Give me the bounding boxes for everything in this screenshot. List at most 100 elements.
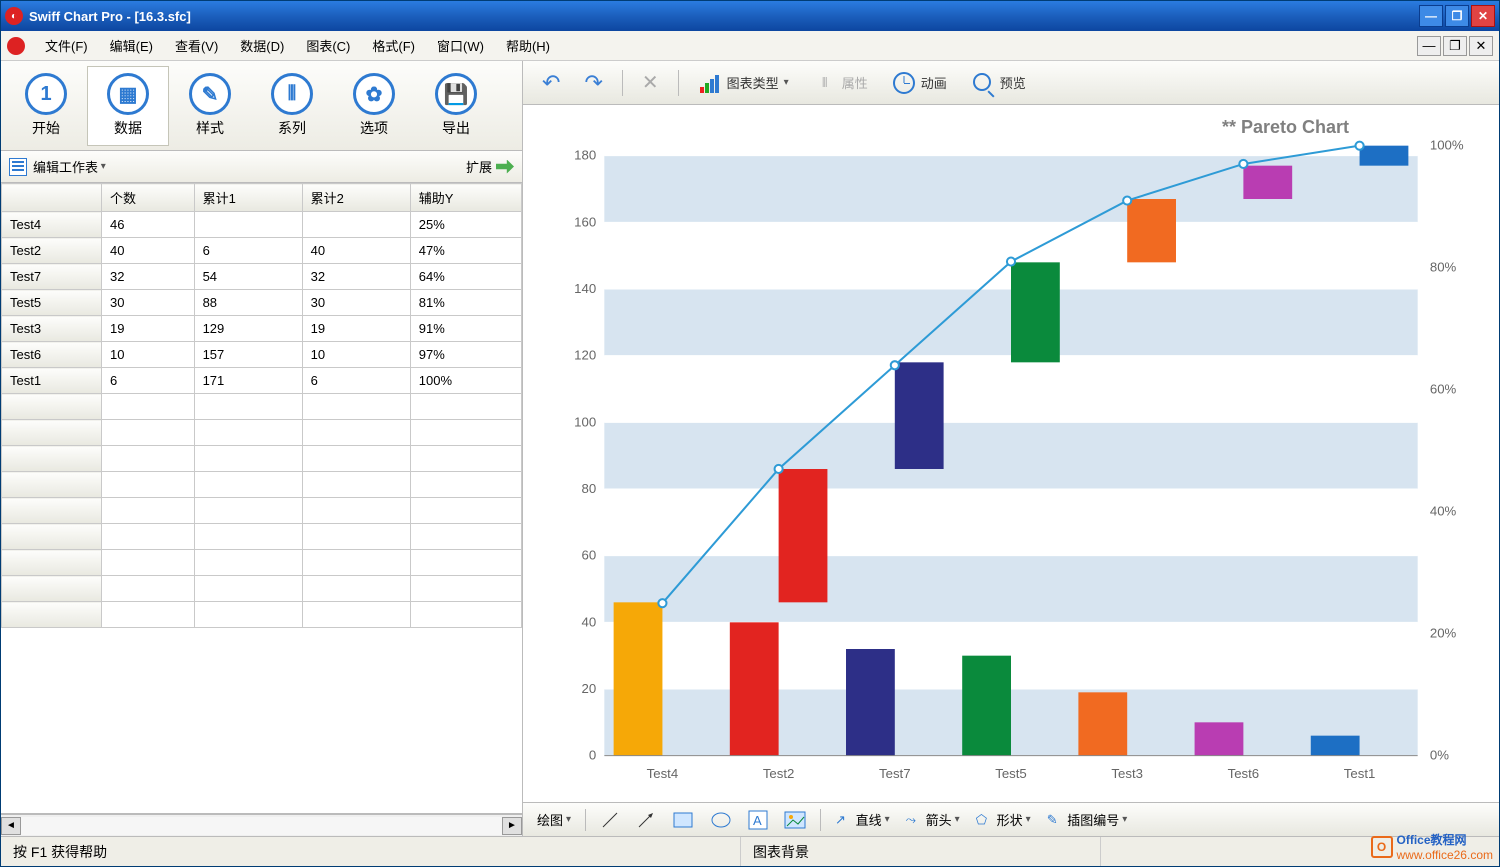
- table-cell[interactable]: 54: [194, 264, 302, 290]
- scroll-left-button[interactable]: ◄: [1, 817, 21, 835]
- table-cell[interactable]: 30: [302, 290, 410, 316]
- col-header[interactable]: 辅助Y: [410, 184, 521, 212]
- menu-help[interactable]: 帮助(H): [496, 33, 560, 58]
- table-cell[interactable]: 81%: [410, 290, 521, 316]
- animation-button[interactable]: 动画: [883, 68, 956, 98]
- delete-button[interactable]: ✕: [633, 68, 668, 98]
- table-cell[interactable]: 64%: [410, 264, 521, 290]
- table-cell[interactable]: 6: [102, 368, 195, 394]
- svg-text:Test5: Test5: [995, 766, 1027, 781]
- table-cell[interactable]: 6: [194, 238, 302, 264]
- table-cell[interactable]: 10: [102, 342, 195, 368]
- menu-format[interactable]: 格式(F): [362, 33, 425, 58]
- svg-text:100%: 100%: [1430, 138, 1464, 153]
- table-cell[interactable]: 129: [194, 316, 302, 342]
- mdi-close-button[interactable]: ✕: [1469, 36, 1493, 56]
- table-cell[interactable]: 97%: [410, 342, 521, 368]
- doc-icon: [7, 37, 25, 55]
- right-panel: ↶ ↷ ✕ 图表类型 ▾ ⫴ 属性 动画 预览 **: [523, 61, 1499, 836]
- table-cell[interactable]: 32: [302, 264, 410, 290]
- toolbar-export-button[interactable]: 💾 导出: [415, 66, 497, 146]
- table-cell[interactable]: 25%: [410, 212, 521, 238]
- row-header[interactable]: Test4: [2, 212, 102, 238]
- minimize-button[interactable]: —: [1419, 5, 1443, 27]
- col-header[interactable]: 累计2: [302, 184, 410, 212]
- toolbar-start-button[interactable]: 1 开始: [5, 66, 87, 146]
- series-icon: ⫴: [271, 73, 313, 115]
- chart-canvas[interactable]: ** Pareto Chart 020406080100120140160180…: [523, 105, 1499, 802]
- mdi-minimize-button[interactable]: —: [1417, 36, 1441, 56]
- chart-toolbar: ↶ ↷ ✕ 图表类型 ▾ ⫴ 属性 动画 预览: [523, 61, 1499, 105]
- row-header[interactable]: Test6: [2, 342, 102, 368]
- chart-type-button[interactable]: 图表类型 ▾: [689, 68, 798, 98]
- menu-window[interactable]: 窗口(W): [427, 33, 494, 58]
- horizontal-scrollbar[interactable]: ◄ ►: [1, 814, 522, 836]
- undo-icon: ↶: [542, 70, 560, 96]
- svg-text:Test7: Test7: [879, 766, 911, 781]
- redo-button[interactable]: ↷: [575, 68, 611, 98]
- table-cell[interactable]: 157: [194, 342, 302, 368]
- table-cell[interactable]: [194, 212, 302, 238]
- close-button[interactable]: ✕: [1471, 5, 1495, 27]
- data-table[interactable]: 个数累计1累计2辅助YTest44625%Test24064047%Test73…: [1, 183, 522, 814]
- menu-edit[interactable]: 编辑(E): [100, 33, 163, 58]
- menu-view[interactable]: 查看(V): [165, 33, 228, 58]
- svg-text:80: 80: [582, 481, 597, 496]
- toolbar-options-button[interactable]: ✿ 选项: [333, 66, 415, 146]
- menu-data[interactable]: 数据(D): [230, 33, 294, 58]
- col-header[interactable]: 累计1: [194, 184, 302, 212]
- table-cell[interactable]: 32: [102, 264, 195, 290]
- mdi-restore-button[interactable]: ❐: [1443, 36, 1467, 56]
- status-bar: 按 F1 获得帮助 图表背景 O Office教程网 www.office26.…: [1, 836, 1499, 866]
- properties-button[interactable]: ⫴ 属性: [804, 68, 877, 98]
- row-header[interactable]: Test2: [2, 238, 102, 264]
- svg-text:Test1: Test1: [1344, 766, 1376, 781]
- svg-text:Test3: Test3: [1111, 766, 1143, 781]
- worksheet-title: 编辑工作表: [33, 157, 98, 176]
- menu-chart[interactable]: 图表(C): [296, 33, 360, 58]
- svg-text:100: 100: [574, 414, 596, 429]
- table-cell[interactable]: 19: [302, 316, 410, 342]
- table-cell[interactable]: 91%: [410, 316, 521, 342]
- status-help: 按 F1 获得帮助: [1, 837, 741, 866]
- scroll-track[interactable]: [21, 817, 502, 835]
- undo-button[interactable]: ↶: [533, 68, 569, 98]
- menu-file[interactable]: 文件(F): [35, 33, 98, 58]
- row-header[interactable]: Test1: [2, 368, 102, 394]
- table-cell[interactable]: 46: [102, 212, 195, 238]
- style-icon: ✎: [189, 73, 231, 115]
- table-cell[interactable]: 40: [102, 238, 195, 264]
- properties-icon: ⫴: [813, 71, 837, 95]
- table-cell[interactable]: 10: [302, 342, 410, 368]
- preview-button[interactable]: 预览: [962, 68, 1035, 98]
- chart-type-icon: [698, 71, 722, 95]
- app-icon: ◐: [5, 7, 23, 25]
- toolbar-series-button[interactable]: ⫴ 系列: [251, 66, 333, 146]
- svg-text:Test4: Test4: [647, 766, 679, 781]
- table-cell[interactable]: 19: [102, 316, 195, 342]
- toolbar-style-button[interactable]: ✎ 样式: [169, 66, 251, 146]
- table-cell[interactable]: 40: [302, 238, 410, 264]
- svg-text:140: 140: [574, 281, 596, 296]
- table-cell[interactable]: [302, 212, 410, 238]
- maximize-button[interactable]: ❐: [1445, 5, 1469, 27]
- scroll-right-button[interactable]: ►: [502, 817, 522, 835]
- dropdown-icon[interactable]: ▾: [98, 161, 106, 172]
- table-cell[interactable]: 30: [102, 290, 195, 316]
- table-cell[interactable]: 47%: [410, 238, 521, 264]
- table-cell[interactable]: 6: [302, 368, 410, 394]
- table-cell[interactable]: 171: [194, 368, 302, 394]
- toolbar-data-button[interactable]: ▦ 数据: [87, 66, 169, 146]
- watermark-logo-icon: O: [1371, 836, 1393, 858]
- row-header[interactable]: Test3: [2, 316, 102, 342]
- expand-icon[interactable]: [496, 160, 514, 174]
- row-header[interactable]: Test7: [2, 264, 102, 290]
- col-header[interactable]: 个数: [102, 184, 195, 212]
- clock-icon: [892, 71, 916, 95]
- row-header[interactable]: Test5: [2, 290, 102, 316]
- table-cell[interactable]: 88: [194, 290, 302, 316]
- watermark: O Office教程网 www.office26.com: [1371, 831, 1494, 862]
- redo-icon: ↷: [584, 70, 602, 96]
- expand-label: 扩展: [466, 157, 492, 176]
- table-cell[interactable]: 100%: [410, 368, 521, 394]
